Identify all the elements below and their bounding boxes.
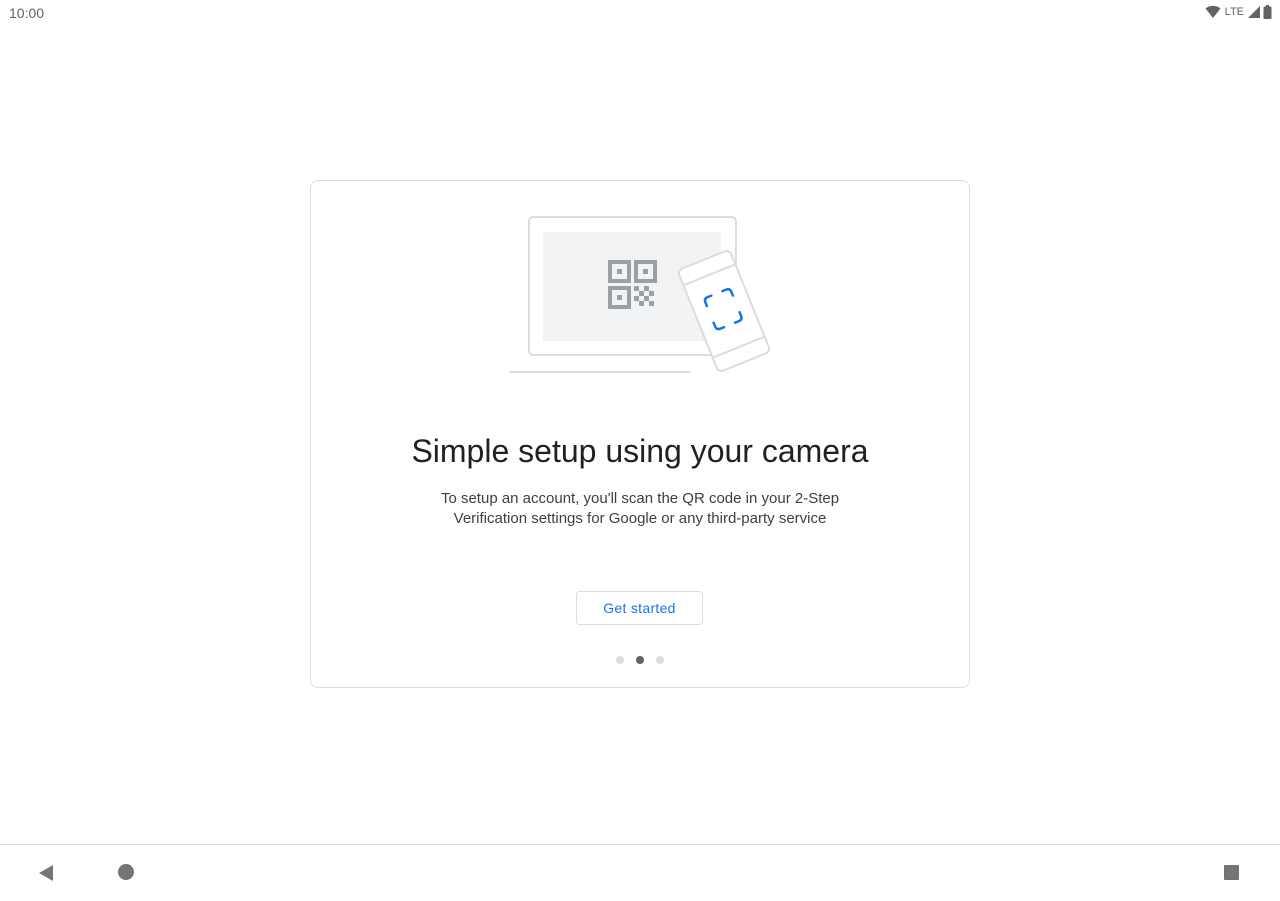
recents-icon[interactable] xyxy=(1224,865,1239,880)
home-icon[interactable] xyxy=(118,864,134,880)
signal-icon xyxy=(1248,6,1260,18)
wifi-icon xyxy=(1205,5,1221,18)
onboarding-card: Simple setup using your camera To setup … xyxy=(310,180,970,688)
card-description: To setup an account, you'll scan the QR … xyxy=(440,490,840,527)
page-indicator-dot[interactable] xyxy=(616,656,624,664)
status-time: 10:00 xyxy=(9,5,45,21)
qr-scan-illustration xyxy=(509,216,771,373)
page-indicator-dot-active[interactable] xyxy=(636,656,644,664)
battery-icon xyxy=(1263,5,1272,19)
page-indicator-dot[interactable] xyxy=(656,656,664,664)
page-indicator xyxy=(311,656,969,664)
get-started-button[interactable]: Get started xyxy=(576,591,703,625)
status-icons: LTE xyxy=(1205,4,1272,20)
network-type-label: LTE xyxy=(1224,6,1244,18)
card-title: Simple setup using your camera xyxy=(411,433,869,469)
status-bar: 10:00 LTE xyxy=(0,0,1280,24)
back-icon[interactable] xyxy=(36,863,56,883)
navigation-bar xyxy=(0,844,1280,901)
